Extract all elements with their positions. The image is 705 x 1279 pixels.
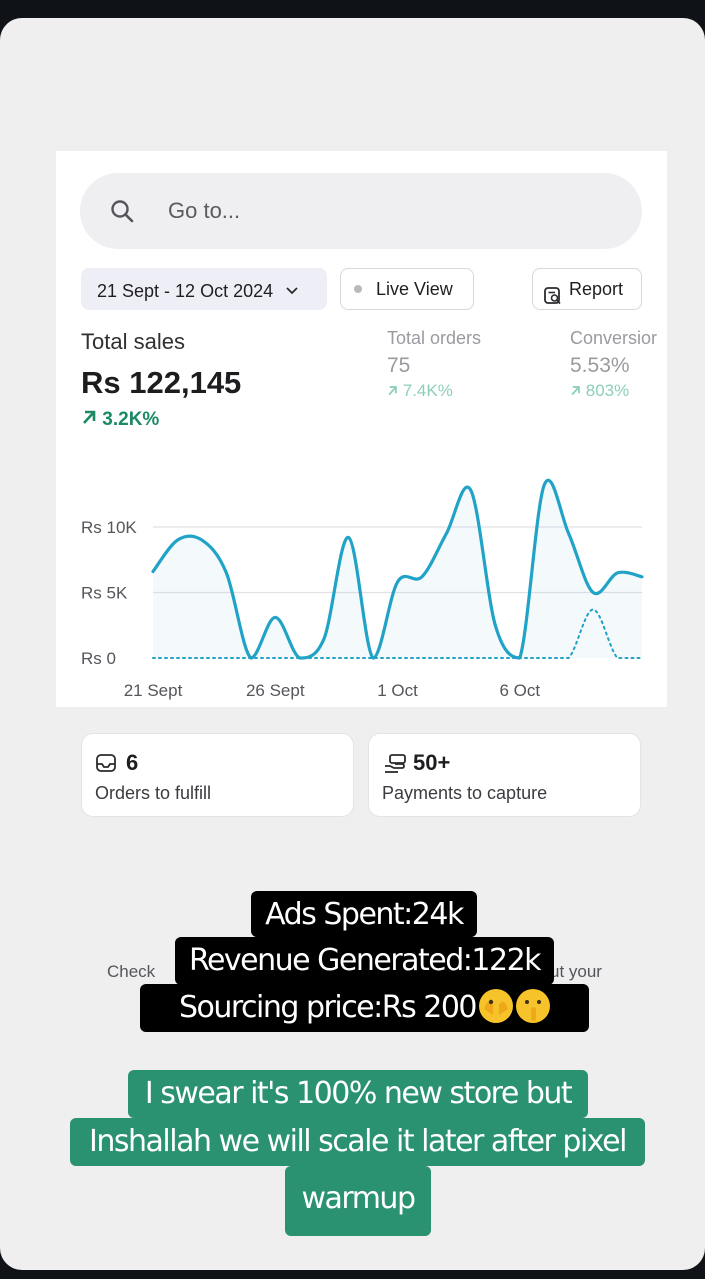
- face-with-peeking-eye-icon: [479, 989, 514, 1023]
- chevron-down-icon: [286, 268, 298, 310]
- date-range-button[interactable]: 21 Sept - 12 Oct 2024: [81, 268, 327, 310]
- total-sales-value: Rs 122,145: [81, 365, 242, 400]
- total-sales-change-value: 3.2K%: [102, 409, 160, 430]
- arrow-up-right-icon: [81, 409, 102, 430]
- overlay-caption-line1: I swear it's 100% new store but: [128, 1070, 588, 1118]
- hand-payment-icon: [382, 752, 408, 779]
- y-tick-label: Rs 0: [81, 649, 116, 668]
- payments-to-capture-card[interactable]: 50+ Payments to capture: [368, 733, 641, 817]
- y-tick-label: Rs 5K: [81, 584, 128, 603]
- faded-text-left: Check: [107, 962, 156, 981]
- conversion-value: 5.53%: [570, 354, 630, 377]
- arrow-up-right-icon: [387, 381, 403, 400]
- shushing-face-icon: [516, 989, 551, 1023]
- story-card: Go to... 21 Sept - 12 Oct 2024 Live View…: [0, 18, 705, 1270]
- overlay-caption-line2: Inshallah we will scale it later after p…: [70, 1118, 645, 1166]
- payments-label: Payments to capture: [382, 783, 548, 803]
- orders-to-fulfill-card[interactable]: 6 Orders to fulfill: [81, 733, 354, 817]
- search-icon: [110, 199, 136, 230]
- total-orders-value: 75: [387, 354, 411, 377]
- total-orders-change-value: 7.4K%: [402, 381, 453, 400]
- orders-count: 6: [126, 750, 139, 775]
- x-tick-label: 1 Oct: [377, 681, 418, 700]
- live-view-button[interactable]: Live View: [340, 268, 474, 310]
- report-icon: [543, 280, 563, 320]
- sales-chart: Rs 10K Rs 5K Rs 0 21 Sept 26 Sept 1 Oct 6 Oct: [81, 478, 644, 700]
- x-tick-label: 26 Sept: [246, 681, 305, 700]
- conversion-label: Conversior: [570, 328, 658, 348]
- report-label: Report: [569, 279, 624, 299]
- x-tick-label: 21 Sept: [124, 681, 183, 700]
- overlay-ads-spent: Ads Spent:24k: [251, 891, 477, 937]
- report-button[interactable]: Report: [532, 268, 642, 310]
- search-bar[interactable]: Go to...: [80, 173, 642, 249]
- overlay-caption-line3: warmup: [285, 1166, 431, 1236]
- conversion-change-value: 803%: [585, 381, 630, 400]
- arrow-up-right-icon: [570, 381, 586, 400]
- total-sales-label: Total sales: [81, 329, 185, 354]
- dashboard-screenshot: Go to... 21 Sept - 12 Oct 2024 Live View…: [56, 151, 667, 707]
- x-tick-label: 6 Oct: [499, 681, 540, 700]
- y-tick-label: Rs 10K: [81, 518, 137, 537]
- faded-text-right: ut your: [550, 962, 602, 981]
- orders-label: Orders to fulfill: [95, 783, 212, 803]
- total-orders-label: Total orders: [387, 328, 482, 348]
- overlay-revenue: Revenue Generated:122k: [175, 937, 554, 985]
- overlay-sourcing: Sourcing price:Rs 200: [140, 984, 589, 1032]
- payments-count: 50+: [413, 750, 451, 775]
- date-range-label: 21 Sept - 12 Oct 2024: [97, 281, 274, 301]
- inbox-icon: [95, 752, 117, 779]
- total-orders-change: 7.4K%: [387, 381, 453, 401]
- live-view-label: Live View: [376, 279, 453, 299]
- overlay-sourcing-text: Sourcing price:Rs 200: [178, 990, 478, 1025]
- total-sales-change: 3.2K%: [81, 409, 159, 431]
- live-dot-icon: [354, 285, 362, 293]
- search-input[interactable]: Go to...: [168, 198, 240, 224]
- conversion-change: 803%: [570, 381, 629, 401]
